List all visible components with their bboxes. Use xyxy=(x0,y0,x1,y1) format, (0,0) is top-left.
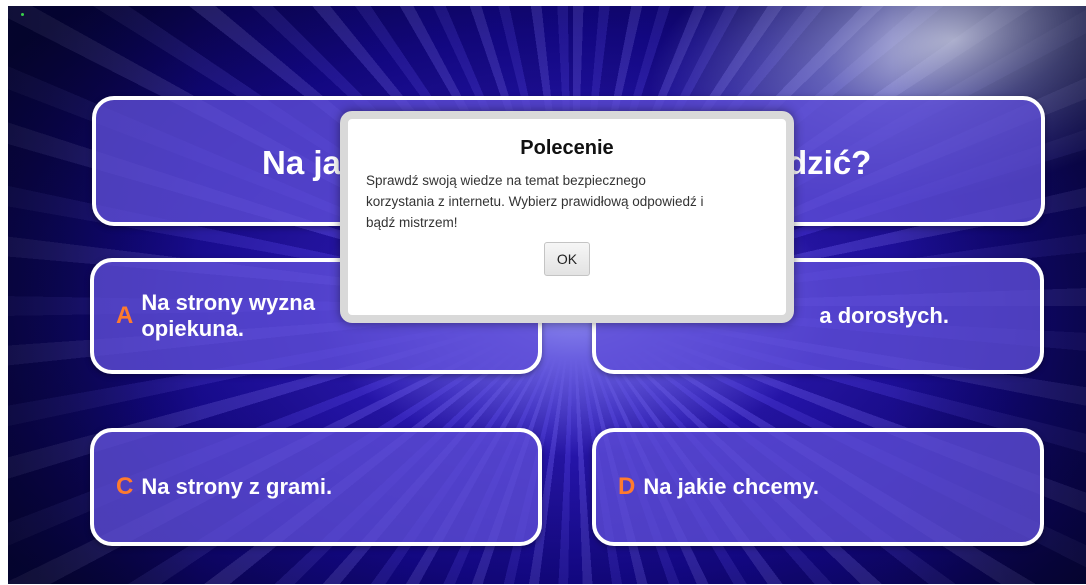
question-text-right: dzić? xyxy=(787,144,872,181)
ok-button[interactable]: OK xyxy=(544,242,590,276)
answer-d-button[interactable]: D Na jakie chcemy. xyxy=(592,428,1044,546)
answer-a-text: Na strony wyzna opiekuna. xyxy=(141,290,315,342)
answer-c-letter: C xyxy=(116,473,134,500)
instruction-dialog: Polecenie Sprawdź swoją wiedze na temat … xyxy=(340,111,794,323)
answer-c-text: Na strony z grami. xyxy=(141,474,333,499)
status-dot xyxy=(21,13,24,16)
answer-a-line2: opiekuna. xyxy=(141,316,245,341)
game-stage: Na ja dzić? A Na strony wyzna opiekuna. … xyxy=(8,6,1086,584)
dialog-actions: OK xyxy=(366,242,768,276)
answer-a-letter: A xyxy=(116,302,134,329)
dialog-title: Polecenie xyxy=(520,137,614,159)
answer-a-line1: Na strony wyzna xyxy=(141,290,315,315)
dialog-message: Sprawdź swoją wiedze na temat bezpieczne… xyxy=(366,173,704,230)
answer-c-button[interactable]: C Na strony z grami. xyxy=(90,428,542,546)
question-text-left: Na ja xyxy=(262,144,341,181)
answer-d-text: Na jakie chcemy. xyxy=(643,474,820,499)
answer-d-letter: D xyxy=(618,473,636,500)
answer-b-text: a dorosłych. xyxy=(819,303,949,328)
